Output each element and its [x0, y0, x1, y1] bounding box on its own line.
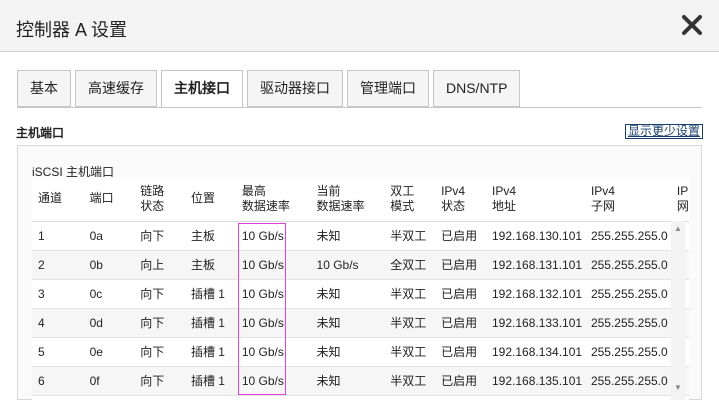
cell-duplex-mode: 半双工: [384, 221, 436, 251]
column-header-port: 端口: [83, 177, 135, 222]
cell-location: 插槽 1: [184, 279, 236, 309]
cell-max-data-rate: 10 Gb/s: [235, 308, 311, 338]
table-row[interactable]: 4 0d 向下 插槽 1 10 Gb/s 未知 半双工 已启用 192.168.133.101 2…: [32, 308, 689, 338]
cell-max-data-rate: 10 Gb/s: [235, 221, 311, 251]
cell-current-data-rate: 未知: [310, 279, 385, 309]
cell-current-data-rate: 未知: [310, 308, 385, 338]
cell-link-status: 向下: [134, 337, 185, 367]
tab-basic[interactable]: 基本: [17, 70, 71, 107]
cell-ipv4-subnet: 255.255.255.0: [584, 308, 671, 338]
scroll-down-icon[interactable]: ▼: [674, 383, 682, 392]
cell-ipv4-status: 已启用: [435, 308, 486, 338]
cell-ipv4-status: 已启用: [435, 279, 486, 309]
column-header-duplex-mode: 双工 模式: [384, 177, 436, 222]
show-less-link[interactable]: 显示更少设置: [624, 124, 703, 139]
cell-location: 主板: [184, 250, 236, 280]
cell-duplex-mode: 半双工: [384, 279, 436, 309]
tab-divider: [17, 107, 702, 108]
cell-ipv4-status: 已启用: [435, 337, 486, 367]
tab-bar: 基本 高速缓存 主机接口 驱动器接口 管理端口 DNS/NTP: [17, 70, 524, 108]
cell-channel: 6: [32, 366, 84, 396]
cell-channel: 5: [32, 337, 84, 367]
cell-channel: 1: [32, 221, 84, 251]
cell-max-data-rate: 10 Gb/s: [235, 279, 311, 309]
cell-ipv4-address: 192.168.134.101: [485, 337, 585, 367]
table-row[interactable]: 3 0c 向下 插槽 1 10 Gb/s 未知 半双工 已启用 192.168.132.101 2…: [32, 279, 689, 309]
cell-link-status: 向下: [134, 279, 185, 309]
iscsi-panel: iSCSI 主机端口 通道 端口 链路 状态 位置 最高 数据速率 当前 数据速率 双工 模式 IPv…: [17, 145, 702, 400]
cell-port: 0c: [83, 279, 135, 309]
cell-port: 0d: [83, 308, 135, 338]
column-header-ipv4-subnet: IPv4 子网: [584, 177, 671, 222]
cell-channel: 4: [32, 308, 84, 338]
table-row[interactable]: 2 0b 向上 主板 10 Gb/s 10 Gb/s 全双工 已启用 192.168.131.1…: [32, 250, 689, 280]
dialog-title: 控制器 A 设置: [16, 20, 128, 40]
cell-location: 插槽 1: [184, 308, 236, 338]
cell-ipv4-subnet: 255.255.255.0: [584, 337, 671, 367]
cell-duplex-mode: 半双工: [384, 308, 436, 338]
cell-link-status: 向下: [134, 221, 185, 251]
vertical-scrollbar[interactable]: ▲ ▼: [671, 221, 685, 400]
column-header-current-data-rate: 当前 数据速率: [310, 177, 385, 222]
cell-ipv4-address: 192.168.133.101: [485, 308, 585, 338]
cell-ipv4-subnet: 255.255.255.0: [584, 221, 671, 251]
tab-host-interface[interactable]: 主机接口: [161, 70, 243, 108]
cell-link-status: 向下: [134, 308, 185, 338]
cell-ipv4-status: 已启用: [435, 221, 486, 251]
cell-max-data-rate: 10 Gb/s: [235, 337, 311, 367]
cell-ipv4-address: 192.168.135.101: [485, 366, 585, 396]
dialog-titlebar: 控制器 A 设置: [0, 0, 719, 52]
tab-cache[interactable]: 高速缓存: [75, 70, 157, 107]
column-header-ipv4-address: IPv4 地址: [485, 177, 585, 222]
cell-max-data-rate: 10 Gb/s: [235, 250, 311, 280]
column-header-channel: 通道: [32, 177, 84, 222]
cell-duplex-mode: 半双工: [384, 366, 436, 396]
cell-location: 插槽 1: [184, 366, 236, 396]
table-row[interactable]: 5 0e 向下 插槽 1 10 Gb/s 未知 半双工 已启用 192.168.134.101 2…: [32, 337, 689, 367]
cell-ipv4-address: 192.168.131.101: [485, 250, 585, 280]
cell-ipv4-subnet: 255.255.255.0: [584, 250, 671, 280]
column-header-ip-gateway: IP 网: [670, 177, 689, 222]
cell-current-data-rate: 未知: [310, 221, 385, 251]
tab-drive-interface[interactable]: 驱动器接口: [247, 70, 343, 107]
table-header-row: 通道 端口 链路 状态 位置 最高 数据速率 当前 数据速率 双工 模式 IPv4 状态 IPv4 地址 IP…: [32, 177, 689, 222]
cell-link-status: 向上: [134, 250, 185, 280]
cell-duplex-mode: 全双工: [384, 250, 436, 280]
cell-current-data-rate: 未知: [310, 337, 385, 367]
cell-duplex-mode: 半双工: [384, 337, 436, 367]
host-ports-table: 通道 端口 链路 状态 位置 最高 数据速率 当前 数据速率 双工 模式 IPv4 状态 IPv4 地址 IP…: [32, 177, 689, 396]
column-header-max-data-rate: 最高 数据速率: [235, 177, 311, 222]
cell-port: 0f: [83, 366, 135, 396]
cell-port: 0e: [83, 337, 135, 367]
tab-dns-ntp[interactable]: DNS/NTP: [433, 70, 521, 107]
column-header-location: 位置: [184, 177, 236, 222]
cell-ipv4-status: 已启用: [435, 366, 486, 396]
table-container: 通道 端口 链路 状态 位置 最高 数据速率 当前 数据速率 双工 模式 IPv4 状态 IPv4 地址 IP…: [32, 177, 689, 400]
cell-current-data-rate: 10 Gb/s: [310, 250, 385, 280]
scroll-up-icon[interactable]: ▲: [674, 224, 682, 233]
cell-ipv4-subnet: 255.255.255.0: [584, 279, 671, 309]
cell-ipv4-address: 192.168.130.101: [485, 221, 585, 251]
close-icon[interactable]: [679, 12, 705, 38]
cell-channel: 2: [32, 250, 84, 280]
cell-port: 0b: [83, 250, 135, 280]
cell-location: 插槽 1: [184, 337, 236, 367]
table-body: 1 0a 向下 主板 10 Gb/s 未知 半双工 已启用 192.168.130.101 255…: [32, 221, 689, 396]
cell-ipv4-status: 已启用: [435, 250, 486, 280]
cell-ipv4-subnet: 255.255.255.0: [584, 366, 671, 396]
cell-port: 0a: [83, 221, 135, 251]
cell-ipv4-address: 192.168.132.101: [485, 279, 585, 309]
cell-link-status: 向下: [134, 366, 185, 396]
table-row[interactable]: 1 0a 向下 主板 10 Gb/s 未知 半双工 已启用 192.168.130.101 255…: [32, 221, 689, 251]
cell-channel: 3: [32, 279, 84, 309]
tab-management-port[interactable]: 管理端口: [347, 70, 429, 107]
cell-location: 主板: [184, 221, 236, 251]
column-header-link-status: 链路 状态: [134, 177, 185, 222]
section-title: 主机端口: [16, 126, 65, 140]
cell-current-data-rate: 未知: [310, 366, 385, 396]
cell-max-data-rate: 10 Gb/s: [235, 366, 311, 396]
column-header-ipv4-status: IPv4 状态: [435, 177, 486, 222]
table-row[interactable]: 6 0f 向下 插槽 1 10 Gb/s 未知 半双工 已启用 192.168.135.101 2…: [32, 366, 689, 396]
